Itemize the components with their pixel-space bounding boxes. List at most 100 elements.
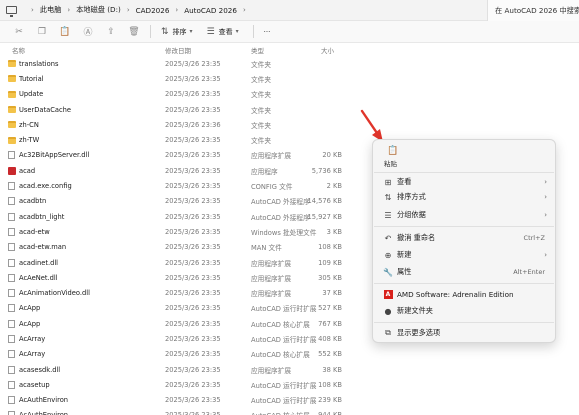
breadcrumb-cad2026[interactable]: CAD2026 [136, 6, 170, 15]
menu-item-properties[interactable]: 🔧 属性 Alt+Enter [373, 265, 555, 279]
sort-icon: ⇅ [384, 192, 392, 202]
file-row[interactable]: zh-CN 2025/3/26 23:36 文件夹 [0, 117, 579, 132]
file-icon [8, 182, 15, 191]
file-row[interactable]: acasesdk.dll 2025/3/26 23:35 应用程序扩展 38 KB [0, 362, 579, 377]
breadcrumb-autocad-2026[interactable]: AutoCAD 2026 [184, 6, 237, 15]
column-size[interactable]: 大小 [321, 45, 334, 55]
chevron-down-icon: ▾ [235, 28, 239, 35]
menu-item-label: 撤消 重命名 [397, 233, 436, 242]
file-date: 2025/3/26 23:35 [165, 136, 221, 145]
file-size: 552 KB [318, 350, 342, 359]
column-date[interactable]: 修改日期 [165, 45, 191, 55]
file-date: 2025/3/26 23:35 [165, 319, 221, 328]
file-icon [8, 396, 15, 405]
file-row[interactable]: AcArray 2025/3/26 23:35 AutoCAD 核心扩展 552 KB [0, 347, 579, 362]
menu-item-sort-by[interactable]: ⇅ 排序方式 › [373, 190, 555, 204]
file-date: 2025/3/26 23:35 [165, 74, 221, 83]
file-name: UserDataCache [19, 105, 72, 114]
sort-icon: ⇅ [161, 26, 169, 37]
menu-divider [374, 322, 554, 323]
menu-shortcut: Ctrl+Z [523, 234, 545, 242]
folder-icon [8, 121, 16, 129]
column-name[interactable]: 名称 [12, 45, 25, 55]
file-name: Ac32BitAppServer.dll [19, 151, 90, 160]
file-type: 应用程序扩展 [251, 290, 292, 299]
menu-item-undo-rename[interactable]: ↶ 撤消 重命名 Ctrl+Z [373, 231, 555, 245]
file-date: 2025/3/26 23:35 [165, 258, 221, 267]
menu-divider [374, 226, 554, 227]
view-icon: ☰ [206, 26, 215, 37]
rename-icon[interactable]: Ⓐ [81, 25, 95, 39]
file-row[interactable]: translations 2025/3/26 23:35 文件夹 [0, 56, 579, 71]
menu-item-view[interactable]: ⊞ 查看 › [373, 175, 555, 189]
undo-icon: ↶ [384, 233, 392, 243]
breadcrumb-this-pc[interactable]: 此电脑 [40, 5, 62, 15]
file-name: zh-TW [19, 136, 40, 145]
paste-menu-button[interactable]: 📋 粘贴 [373, 140, 413, 172]
file-date: 2025/3/26 23:35 [165, 59, 221, 68]
file-size: 527 KB [318, 304, 342, 313]
menu-item-group-by[interactable]: ☰ 分组依据 › [373, 208, 555, 222]
file-name: AcArray [19, 334, 46, 343]
paste-label: 粘贴 [384, 160, 397, 168]
file-name: Tutorial [19, 74, 44, 83]
file-date: 2025/3/26 23:35 [165, 273, 221, 282]
file-icon [8, 411, 15, 415]
sort-button[interactable]: ⇅ 排序 ▾ [161, 27, 193, 37]
file-size: 38 KB [322, 365, 342, 374]
group-icon: ☰ [384, 210, 392, 220]
folder-icon [8, 75, 16, 83]
file-row[interactable]: UserDataCache 2025/3/26 23:35 文件夹 [0, 102, 579, 117]
file-type: 应用程序扩展 [251, 152, 292, 161]
breadcrumb-drive-d[interactable]: 本地磁盘 (D:) [76, 5, 121, 15]
file-size: 15,927 KB [307, 212, 343, 221]
view-button[interactable]: ☰ 查看 ▾ [207, 27, 239, 37]
menu-item-show-more-options[interactable]: ⧉ 显示更多选项 [373, 326, 555, 340]
share-icon[interactable]: ⇪ [104, 25, 118, 39]
file-row[interactable]: Tutorial 2025/3/26 23:35 文件夹 [0, 71, 579, 86]
menu-divider [374, 172, 554, 173]
address-bar: › 此电脑 › 本地磁盘 (D:) › CAD2026 › AutoCAD 20… [0, 0, 579, 21]
file-row[interactable]: Update 2025/3/26 23:35 文件夹 [0, 87, 579, 102]
file-icon [8, 380, 15, 389]
file-date: 2025/3/26 23:35 [165, 380, 221, 389]
menu-item-label: AMD Software: Adrenalin Edition [397, 289, 514, 299]
chevron-right-icon: › [544, 178, 547, 186]
file-name: AcAuthEnviron [19, 396, 69, 405]
file-name: acadinet.dll [19, 258, 59, 267]
menu-item-new[interactable]: ⊕ 新建 › [373, 248, 555, 262]
new-folder-icon: ● [384, 306, 392, 316]
menu-item-label: 属性 [397, 267, 412, 276]
menu-item-label: 显示更多选项 [397, 328, 441, 337]
file-size: 108 KB [318, 380, 342, 389]
file-name: AcAuthEnviron [19, 411, 68, 415]
column-type[interactable]: 类型 [251, 45, 264, 55]
file-row[interactable]: acasetup 2025/3/26 23:35 AutoCAD 运行时扩展 108 … [0, 377, 579, 392]
file-date: 2025/3/26 23:35 [165, 411, 221, 415]
computer-icon[interactable] [6, 6, 17, 17]
file-type: CONFIG 文件 [251, 183, 293, 192]
toolbar-divider [150, 25, 151, 38]
file-date: 2025/3/26 23:35 [165, 151, 221, 160]
cut-icon[interactable]: ✂ [12, 25, 26, 39]
search-input[interactable]: 在 AutoCAD 2026 中搜索 [487, 0, 579, 21]
file-name: acadbtn [19, 197, 47, 206]
file-date: 2025/3/26 23:35 [165, 396, 221, 405]
chevron-down-icon: ▾ [189, 28, 193, 35]
more-button[interactable]: ··· [264, 28, 271, 36]
file-name: AcAeNet.dll [19, 273, 58, 282]
menu-shortcut: Alt+Enter [513, 268, 545, 276]
file-type: MAN 文件 [251, 244, 282, 253]
file-row[interactable]: AcAuthEnviron 2025/3/26 23:35 AutoCAD 运行时扩… [0, 393, 579, 408]
file-row[interactable]: AcAuthEnviron2025/3/26 23:35AutoCAD 核心扩展… [0, 408, 579, 415]
column-header: 名称 修改日期 类型 大小 [0, 43, 579, 56]
file-date: 2025/3/26 23:35 [165, 212, 221, 221]
delete-icon[interactable]: 🗑 [127, 25, 141, 39]
file-date: 2025/3/26 23:36 [165, 120, 221, 129]
menu-item-new-folder[interactable]: ● 新建文件夹 [373, 304, 555, 318]
autocad-app-icon [8, 166, 16, 175]
paste-icon[interactable]: 📋 [58, 25, 72, 39]
copy-icon[interactable]: ❐ [35, 25, 49, 39]
file-icon [8, 334, 15, 343]
menu-item-amd-software[interactable]: A AMD Software: Adrenalin Edition [373, 287, 555, 301]
